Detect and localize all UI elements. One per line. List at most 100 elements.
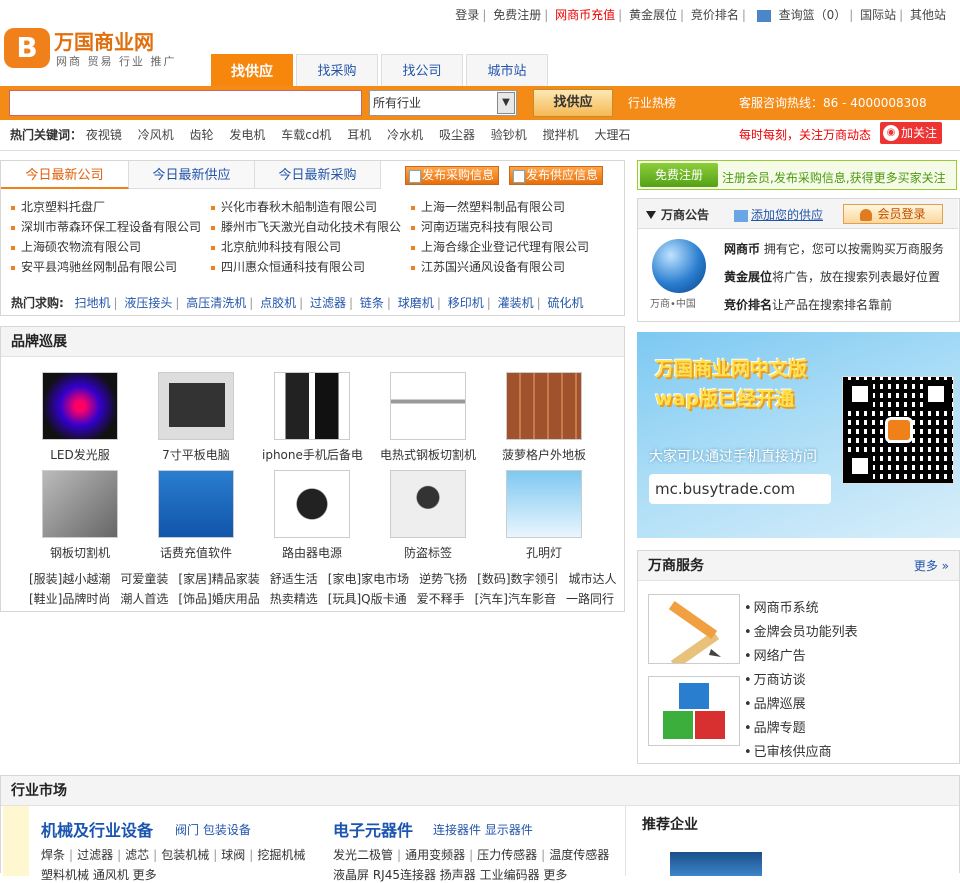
seek-link[interactable]: 点胶机 xyxy=(260,296,296,310)
seek-link[interactable]: 灌装机 xyxy=(498,296,534,310)
industry-category-electronics[interactable]: 电子元器件 xyxy=(333,817,413,841)
brand-category-link[interactable]: [玩具]Q版卡通 xyxy=(328,592,407,606)
industry-link[interactable]: 挖掘机械 xyxy=(257,848,305,862)
industry-subcategories[interactable]: 连接器件 显示器件 xyxy=(433,821,533,838)
login-link[interactable]: 登录 xyxy=(455,8,479,22)
seek-link[interactable]: 移印机 xyxy=(448,296,484,310)
register-link[interactable]: 免费注册 xyxy=(493,8,541,22)
industry-row[interactable]: 液晶屏 RJ45连接器 扬声器 工业编码器 更多 xyxy=(333,866,567,883)
bid-rank-link[interactable]: 竞价排名 xyxy=(691,8,739,22)
wap-banner[interactable]: 万国商业网中文版 wap版已经开通 大家可以通过手机直接访问 mc.busytr… xyxy=(637,332,960,538)
tab-latest-companies[interactable]: 今日最新公司 xyxy=(1,161,129,189)
brand-category-link[interactable]: 舒适生活 xyxy=(270,572,318,586)
seek-link[interactable]: 高压清洗机 xyxy=(186,296,246,310)
intl-site-link[interactable]: 国际站 xyxy=(860,8,896,22)
company-link[interactable]: 河南迈瑞克科技有限公司 xyxy=(411,218,553,235)
industry-select[interactable]: 所有行业 ▼ xyxy=(369,90,517,116)
industry-link[interactable]: 过滤器 xyxy=(77,848,113,862)
brand-category-link[interactable]: 一路同行 xyxy=(566,592,614,606)
company-link[interactable]: 滕州市飞天激光自动化技术有限公 xyxy=(211,218,401,235)
company-link[interactable]: 上海硕农物流有限公司 xyxy=(11,238,141,255)
publish-supply-button[interactable]: 发布供应信息 xyxy=(509,166,604,185)
keyword-link[interactable]: 大理石 xyxy=(594,128,630,142)
brand-item[interactable]: 钢板切割机 xyxy=(30,470,130,561)
keyword-link[interactable]: 齿轮 xyxy=(190,128,214,142)
tab-find-purchase[interactable]: 找采购 xyxy=(296,54,378,86)
member-login-button[interactable]: 会员登录 xyxy=(843,204,943,224)
brand-item[interactable]: LED发光服 xyxy=(30,372,130,463)
keyword-link[interactable]: 发电机 xyxy=(229,128,265,142)
publish-purchase-button[interactable]: 发布采购信息 xyxy=(405,166,500,185)
keyword-link[interactable]: 冷水机 xyxy=(387,128,423,142)
brand-item[interactable]: 孔明灯 xyxy=(494,470,594,561)
industry-link[interactable]: 焊条 xyxy=(41,848,65,862)
seek-link[interactable]: 球磨机 xyxy=(398,296,434,310)
search-button[interactable]: 找供应 xyxy=(533,89,613,117)
company-link[interactable]: 安平县鸿驰丝网制品有限公司 xyxy=(11,258,177,275)
free-register-button[interactable]: 免费注册 xyxy=(640,163,718,187)
service-link[interactable]: 已审核供应商 xyxy=(744,741,832,760)
keyword-link[interactable]: 吸尘器 xyxy=(439,128,475,142)
follow-button[interactable]: ◉ 加关注 xyxy=(880,122,942,144)
industry-link[interactable]: 温度传感器 xyxy=(549,848,609,862)
brand-category-link[interactable]: 潮人首选 xyxy=(120,592,168,606)
keyword-link[interactable]: 验钞机 xyxy=(491,128,527,142)
service-link[interactable]: 网商币系统 xyxy=(744,597,819,616)
search-input[interactable] xyxy=(9,90,362,116)
tab-find-company[interactable]: 找公司 xyxy=(381,54,463,86)
company-link[interactable]: 江苏国兴通风设备有限公司 xyxy=(411,258,565,275)
tab-find-supply[interactable]: 找供应 xyxy=(211,54,293,86)
brand-category-link[interactable]: [鞋业]品牌时尚 xyxy=(29,592,110,606)
company-link[interactable]: 北京航帅科技有限公司 xyxy=(211,238,341,255)
brand-category-link[interactable]: [饰品]婚庆用品 xyxy=(178,592,259,606)
query-basket-link[interactable]: 查询篮（0） xyxy=(779,8,847,22)
brand-category-link[interactable]: 爱不释手 xyxy=(417,592,465,606)
brand-item[interactable]: 路由器电源 xyxy=(262,470,362,561)
keyword-link[interactable]: 冷风机 xyxy=(138,128,174,142)
tab-latest-purchase[interactable]: 今日最新采购 xyxy=(255,161,381,189)
industry-link[interactable]: 通用变频器 xyxy=(405,848,465,862)
industry-link[interactable]: 包装机械 xyxy=(161,848,209,862)
keyword-link[interactable]: 搅拌机 xyxy=(543,128,579,142)
tab-city-site[interactable]: 城市站 xyxy=(466,54,548,86)
company-link[interactable]: 四川惠众恒通科技有限公司 xyxy=(211,258,365,275)
announcement-line[interactable]: 黄金展位将广告，放在搜索列表最好位置 xyxy=(724,268,940,285)
keyword-link[interactable]: 夜视镜 xyxy=(86,128,122,142)
promo-link[interactable]: 每时每刻，关注万商动态 xyxy=(739,126,871,143)
add-supply-link[interactable]: 添加您的供应 xyxy=(734,206,823,223)
brand-item[interactable]: 防盗标签 xyxy=(378,470,478,561)
gold-booth-link[interactable]: 黄金展位 xyxy=(629,8,677,22)
brand-category-link[interactable]: 热卖精选 xyxy=(270,592,318,606)
announcement-line[interactable]: 竞价排名让产品在搜索排名靠前 xyxy=(724,296,892,313)
industry-link[interactable]: 球阀 xyxy=(221,848,245,862)
service-link[interactable]: 品牌专题 xyxy=(744,717,806,736)
company-link[interactable]: 兴化市春秋木船制造有限公司 xyxy=(211,198,377,215)
keyword-link[interactable]: 车载cd机 xyxy=(281,128,331,142)
company-link[interactable]: 上海合缘企业登记代理有限公司 xyxy=(411,238,589,255)
site-logo[interactable]: B 万国商业网 网商 贸易 行业 推广 xyxy=(4,28,175,70)
recommended-company-image[interactable] xyxy=(670,852,762,876)
company-link[interactable]: 深圳市蒂森环保工程设备有限公司 xyxy=(11,218,201,235)
more-link[interactable]: 更多 » xyxy=(914,557,949,574)
service-link[interactable]: 万商访谈 xyxy=(744,669,806,688)
announcement-title[interactable]: 万商公告 xyxy=(646,206,709,223)
company-link[interactable]: 上海一然塑料制品有限公司 xyxy=(411,198,565,215)
brand-category-link[interactable]: 逆势飞扬 xyxy=(419,572,467,586)
seek-link[interactable]: 液压接头 xyxy=(124,296,172,310)
brand-category-link[interactable]: [家电]家电市场 xyxy=(328,572,409,586)
brand-item[interactable]: 7寸平板电脑 xyxy=(146,372,246,463)
recharge-link[interactable]: 网商币充值 xyxy=(555,8,615,22)
brand-item[interactable]: 话费充值软件 xyxy=(146,470,246,561)
brand-category-link[interactable]: 城市达人 xyxy=(569,572,617,586)
brand-category-link[interactable]: [服装]越小越潮 xyxy=(29,572,110,586)
service-link[interactable]: 品牌巡展 xyxy=(744,693,806,712)
seek-link[interactable]: 扫地机 xyxy=(74,296,110,310)
industry-link[interactable]: 发光二极管 xyxy=(333,848,393,862)
industry-link[interactable]: 滤芯 xyxy=(125,848,149,862)
brand-item[interactable]: 菠萝格户外地板 xyxy=(494,372,594,463)
industry-subcategories[interactable]: 阀门 包装设备 xyxy=(175,821,251,838)
announcement-line[interactable]: 网商币 拥有它，您可以按需购买万商服务 xyxy=(724,240,944,257)
seek-link[interactable]: 硫化机 xyxy=(547,296,583,310)
seek-link[interactable]: 过滤器 xyxy=(310,296,346,310)
industry-link[interactable]: 压力传感器 xyxy=(477,848,537,862)
